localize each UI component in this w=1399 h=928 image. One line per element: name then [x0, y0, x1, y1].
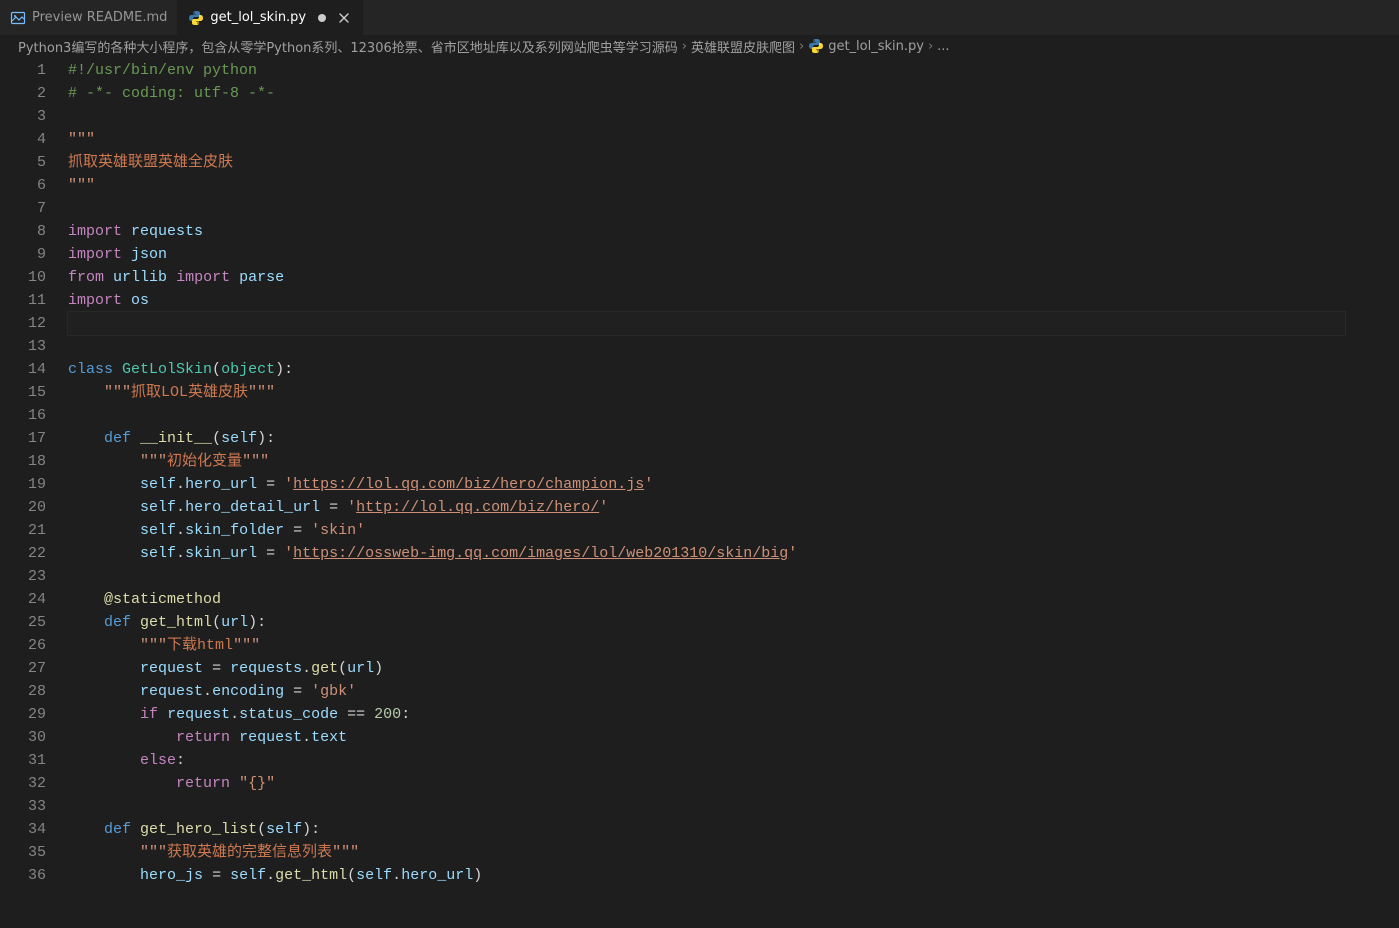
python-icon [808, 38, 824, 54]
unsaved-indicator [318, 14, 326, 22]
code-line[interactable]: """ [68, 174, 1399, 197]
line-number: 16 [0, 404, 46, 427]
line-number: 31 [0, 749, 46, 772]
line-number: 33 [0, 795, 46, 818]
code-line[interactable] [68, 565, 1399, 588]
chevron-right-icon: › [682, 39, 687, 54]
chevron-right-icon: › [799, 39, 804, 54]
breadcrumb-segment[interactable]: ... [937, 39, 949, 54]
line-number: 32 [0, 772, 46, 795]
line-number: 36 [0, 864, 46, 887]
breadcrumb-segment[interactable]: 英雄联盟皮肤爬图 [691, 37, 795, 56]
code-line[interactable]: """下载html""" [68, 634, 1399, 657]
line-number: 3 [0, 105, 46, 128]
code-line[interactable]: import requests [68, 220, 1399, 243]
breadcrumb-text: Python3编写的各种大小程序，包含从零学Python系列、12306抢票、省… [18, 37, 678, 56]
line-number: 26 [0, 634, 46, 657]
code-area[interactable]: #!/usr/bin/env python# -*- coding: utf-8… [68, 57, 1399, 928]
line-number: 23 [0, 565, 46, 588]
line-number: 11 [0, 289, 46, 312]
line-number: 27 [0, 657, 46, 680]
code-line[interactable] [68, 105, 1399, 128]
code-line[interactable]: return "{}" [68, 772, 1399, 795]
tab-label: Preview README.md [32, 10, 167, 25]
tab-preview-readme[interactable]: Preview README.md [0, 0, 178, 35]
code-line[interactable]: def get_hero_list(self): [68, 818, 1399, 841]
line-number: 28 [0, 680, 46, 703]
line-number: 35 [0, 841, 46, 864]
code-line[interactable]: if request.status_code == 200: [68, 703, 1399, 726]
line-number: 34 [0, 818, 46, 841]
python-icon [188, 10, 204, 26]
tab-get-lol-skin[interactable]: get_lol_skin.py [178, 0, 363, 35]
close-icon[interactable] [336, 10, 352, 26]
code-line[interactable]: self.skin_url = 'https://ossweb-img.qq.c… [68, 542, 1399, 565]
line-number: 8 [0, 220, 46, 243]
line-number: 13 [0, 335, 46, 358]
line-number: 1 [0, 59, 46, 82]
code-line[interactable]: from urllib import parse [68, 266, 1399, 289]
code-line[interactable] [68, 312, 1345, 335]
code-line[interactable]: return request.text [68, 726, 1399, 749]
line-number: 30 [0, 726, 46, 749]
breadcrumb-segment[interactable]: Python3编写的各种大小程序，包含从零学Python系列、12306抢票、省… [18, 37, 678, 56]
preview-icon [10, 10, 26, 26]
line-number: 10 [0, 266, 46, 289]
line-number: 25 [0, 611, 46, 634]
line-number: 18 [0, 450, 46, 473]
line-number: 20 [0, 496, 46, 519]
code-line[interactable]: #!/usr/bin/env python [68, 59, 1399, 82]
code-line[interactable]: """获取英雄的完整信息列表""" [68, 841, 1399, 864]
breadcrumb-text: get_lol_skin.py [828, 39, 924, 54]
line-number: 4 [0, 128, 46, 151]
line-number: 21 [0, 519, 46, 542]
code-line[interactable] [68, 404, 1399, 427]
line-number: 5 [0, 151, 46, 174]
code-line[interactable]: class GetLolSkin(object): [68, 358, 1399, 381]
line-number: 22 [0, 542, 46, 565]
breadcrumb-segment[interactable]: get_lol_skin.py [808, 38, 924, 54]
code-line[interactable]: hero_js = self.get_html(self.hero_url) [68, 864, 1399, 887]
line-number: 12 [0, 312, 46, 335]
code-line[interactable]: request.encoding = 'gbk' [68, 680, 1399, 703]
breadcrumb[interactable]: Python3编写的各种大小程序，包含从零学Python系列、12306抢票、省… [0, 35, 1399, 57]
code-line[interactable]: def get_html(url): [68, 611, 1399, 634]
code-line[interactable]: import os [68, 289, 1399, 312]
line-number: 6 [0, 174, 46, 197]
code-line[interactable]: 抓取英雄联盟英雄全皮肤 [68, 151, 1399, 174]
code-line[interactable]: self.hero_detail_url = 'http://lol.qq.co… [68, 496, 1399, 519]
code-line[interactable]: def __init__(self): [68, 427, 1399, 450]
code-editor[interactable]: 1234567891011121314151617181920212223242… [0, 57, 1399, 928]
code-line[interactable] [68, 197, 1399, 220]
code-line[interactable]: request = requests.get(url) [68, 657, 1399, 680]
line-number: 9 [0, 243, 46, 266]
chevron-right-icon: › [928, 39, 933, 54]
code-line[interactable] [68, 335, 1399, 358]
code-line[interactable]: """抓取LOL英雄皮肤""" [68, 381, 1399, 404]
breadcrumb-text: ... [937, 39, 949, 54]
code-line[interactable]: """初始化变量""" [68, 450, 1399, 473]
line-number-gutter: 1234567891011121314151617181920212223242… [0, 57, 68, 928]
line-number: 17 [0, 427, 46, 450]
code-line[interactable]: else: [68, 749, 1399, 772]
code-line[interactable]: @staticmethod [68, 588, 1399, 611]
line-number: 19 [0, 473, 46, 496]
line-number: 7 [0, 197, 46, 220]
code-line[interactable]: self.skin_folder = 'skin' [68, 519, 1399, 542]
tab-bar: Preview README.md get_lol_skin.py [0, 0, 1399, 35]
code-line[interactable] [68, 795, 1399, 818]
code-line[interactable]: # -*- coding: utf-8 -*- [68, 82, 1399, 105]
code-line[interactable]: import json [68, 243, 1399, 266]
line-number: 24 [0, 588, 46, 611]
code-line[interactable]: self.hero_url = 'https://lol.qq.com/biz/… [68, 473, 1399, 496]
line-number: 2 [0, 82, 46, 105]
line-number: 14 [0, 358, 46, 381]
breadcrumb-text: 英雄联盟皮肤爬图 [691, 37, 795, 56]
line-number: 15 [0, 381, 46, 404]
line-number: 29 [0, 703, 46, 726]
tab-label: get_lol_skin.py [210, 10, 306, 25]
code-line[interactable]: """ [68, 128, 1399, 151]
